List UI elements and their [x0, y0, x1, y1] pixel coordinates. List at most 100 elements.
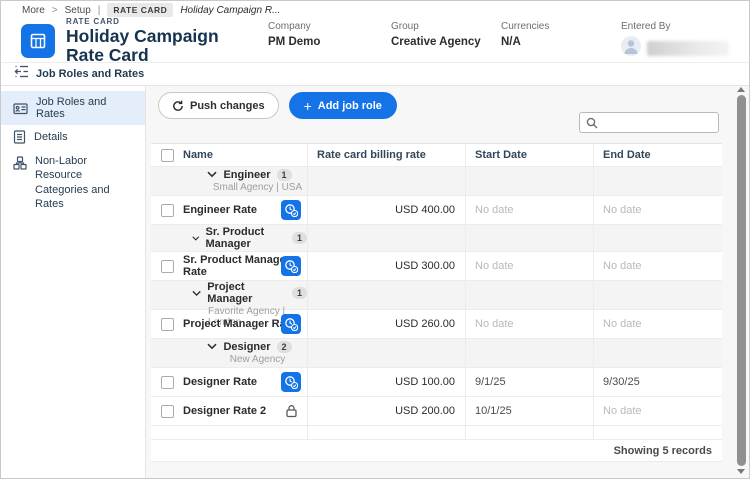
group-row-sr-product-manager: Sr. Product Manager 1 — [151, 225, 722, 252]
end-date-value[interactable]: No date — [593, 196, 722, 224]
company-label: Company — [268, 21, 391, 32]
categories-grid-icon — [13, 156, 27, 170]
table-row[interactable]: Sr. Product Manager Rate USD 300.00 No d… — [151, 252, 722, 281]
column-header-start-date[interactable]: Start Date — [465, 144, 593, 166]
plus-icon: + — [304, 99, 312, 113]
lock-icon — [285, 404, 298, 418]
sidebar-item-label: Non-Labor Resource Categories and Rates — [35, 154, 137, 211]
end-date-value[interactable]: No date — [593, 310, 722, 338]
breadcrumb-rate-card-chip[interactable]: RATE CARD — [107, 3, 173, 17]
sidebar-item-label: Details — [34, 131, 68, 143]
column-header-end-date[interactable]: End Date — [593, 144, 722, 166]
document-icon — [13, 130, 26, 144]
search-input[interactable] — [602, 117, 718, 129]
currencies-value: N/A — [501, 36, 621, 48]
start-date-value[interactable]: 9/1/25 — [465, 368, 593, 396]
role-rate-name: Designer Rate 2 — [183, 405, 266, 417]
chevron-down-icon[interactable] — [192, 290, 201, 297]
role-rate-name: Designer Rate — [183, 376, 257, 388]
scroll-down-arrow-icon[interactable] — [737, 469, 745, 474]
end-date-value[interactable]: No date — [593, 252, 722, 280]
breadcrumb-more[interactable]: More — [22, 5, 45, 16]
start-date-value[interactable]: No date — [465, 252, 593, 280]
object-type-eyebrow: RATE CARD — [66, 17, 226, 26]
breadcrumb-current: Holiday Campaign R... — [180, 5, 280, 16]
billing-rate-value[interactable]: USD 300.00 — [307, 252, 465, 280]
rate-card-icon — [21, 24, 55, 58]
billing-rate-value[interactable]: USD 260.00 — [307, 310, 465, 338]
vertical-scrollbar[interactable] — [735, 87, 747, 474]
currencies-label: Currencies — [501, 21, 621, 32]
group-value: Creative Agency — [391, 36, 501, 48]
push-changes-button[interactable]: Push changes — [158, 92, 279, 119]
column-header-rate[interactable]: Rate card billing rate — [307, 144, 465, 166]
role-rate-name: Engineer Rate — [183, 204, 257, 216]
page-header: RATE CARD Holiday Campaign Rate Card Com… — [1, 19, 749, 63]
scroll-up-arrow-icon[interactable] — [737, 87, 745, 92]
add-job-role-label: Add job role — [318, 100, 382, 112]
sidebar-item-non-labor-resource[interactable]: Non-Labor Resource Categories and Rates — [1, 149, 145, 216]
start-date-value[interactable]: No date — [465, 310, 593, 338]
group-name: Engineer — [223, 169, 270, 181]
section-header: Job Roles and Rates — [1, 63, 749, 86]
search-box[interactable] — [579, 112, 719, 133]
billing-rate-icon — [281, 314, 301, 334]
table-row[interactable]: Designer Rate 2 USD 200.00 10/1/25 No da… — [151, 397, 722, 426]
sidebar-item-details[interactable]: Details — [1, 125, 145, 149]
page-title: Holiday Campaign Rate Card — [66, 27, 226, 64]
table-header-row: Name Rate card billing rate Start Date E… — [151, 144, 722, 167]
sidebar-item-job-roles-and-rates[interactable]: Job Roles and Rates — [1, 91, 145, 125]
end-date-value[interactable]: 9/30/25 — [593, 368, 722, 396]
group-row-project-manager: Project Manager 1 Favorite Agency | Lond… — [151, 281, 722, 310]
row-checkbox[interactable] — [161, 260, 174, 273]
company-value: PM Demo — [268, 36, 391, 48]
add-job-role-button[interactable]: + Add job role — [289, 92, 397, 119]
row-checkbox[interactable] — [161, 376, 174, 389]
table-row[interactable]: Designer Rate USD 100.00 9/1/25 9/30/25 — [151, 368, 722, 397]
start-date-value[interactable]: No date — [465, 196, 593, 224]
group-name: Project Manager — [207, 281, 286, 305]
start-date-value[interactable]: 10/1/25 — [465, 397, 593, 425]
group-count-badge: 1 — [292, 287, 307, 300]
group-name: Sr. Product Manager — [206, 226, 286, 250]
breadcrumb-setup[interactable]: Setup — [65, 5, 91, 16]
table-row[interactable]: Project Manager Rate USD 260.00 No date … — [151, 310, 722, 339]
record-count: Showing 5 records — [614, 445, 712, 457]
chevron-down-icon[interactable] — [207, 343, 217, 350]
role-rate-name: Project Manager Rate — [183, 318, 295, 330]
breadcrumb-separator: > — [52, 5, 58, 16]
search-icon — [586, 117, 598, 129]
billing-rate-value[interactable]: USD 200.00 — [307, 397, 465, 425]
row-checkbox[interactable] — [161, 204, 174, 217]
badge-icon — [13, 102, 28, 115]
row-checkbox[interactable] — [161, 405, 174, 418]
group-count-badge: 1 — [277, 169, 292, 182]
chevron-down-icon[interactable] — [192, 235, 200, 242]
group-name: Designer — [223, 341, 270, 353]
rate-card-window: More > Setup | RATE CARD Holiday Campaig… — [0, 0, 750, 479]
rate-table: Name Rate card billing rate Start Date E… — [151, 143, 722, 462]
select-all-checkbox[interactable] — [161, 149, 174, 162]
refresh-icon — [172, 100, 184, 112]
collapse-panel-icon[interactable] — [14, 65, 29, 83]
chevron-down-icon[interactable] — [207, 171, 217, 178]
billing-rate-icon — [281, 256, 301, 276]
section-header-title: Job Roles and Rates — [36, 68, 144, 80]
toolbar: Push changes + Add job role — [158, 92, 397, 119]
billing-rate-icon — [281, 200, 301, 220]
scrollbar-thumb[interactable] — [737, 95, 746, 466]
end-date-value[interactable]: No date — [593, 397, 722, 425]
sidebar-item-label: Job Roles and Rates — [36, 96, 137, 120]
group-label: Group — [391, 21, 501, 32]
row-checkbox[interactable] — [161, 318, 174, 331]
empty-row — [151, 426, 722, 440]
entered-by-value-redacted — [647, 41, 729, 56]
group-count-badge: 2 — [277, 341, 292, 354]
column-header-name[interactable]: Name — [183, 144, 307, 166]
avatar — [621, 36, 641, 61]
breadcrumb-divider: | — [98, 5, 101, 16]
billing-rate-value[interactable]: USD 100.00 — [307, 368, 465, 396]
billing-rate-value[interactable]: USD 400.00 — [307, 196, 465, 224]
table-row[interactable]: Engineer Rate USD 400.00 No date No date — [151, 196, 722, 225]
billing-rate-icon — [281, 372, 301, 392]
